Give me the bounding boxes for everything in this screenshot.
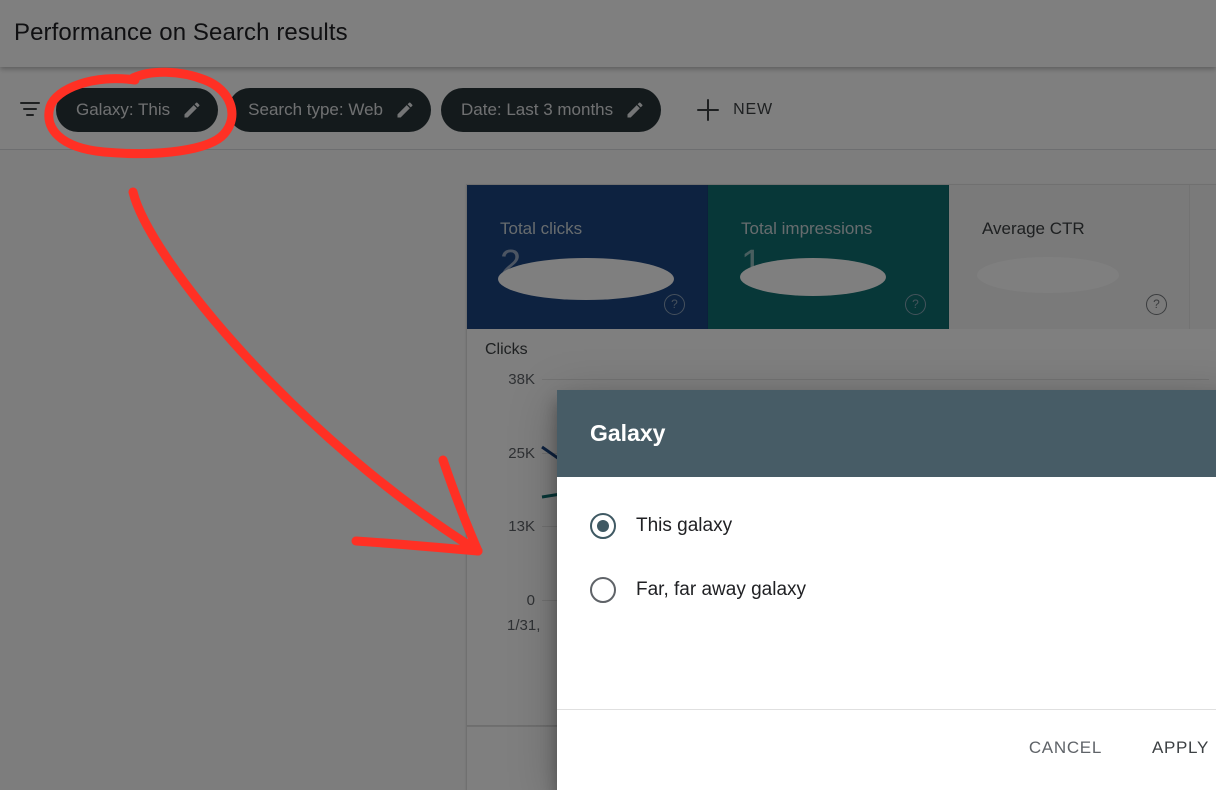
app-root: Total clicks 2 ? Total impressions 1 ? A… bbox=[0, 0, 1216, 790]
galaxy-filter-dialog: Galaxy This galaxy Far, far away galaxy … bbox=[557, 390, 1216, 790]
help-circle-icon[interactable]: ? bbox=[1146, 294, 1167, 315]
new-filter-button[interactable]: NEW bbox=[697, 99, 773, 121]
filter-list-icon[interactable] bbox=[18, 97, 42, 121]
chip-label: Galaxy: This bbox=[76, 100, 170, 120]
new-filter-label: NEW bbox=[733, 101, 773, 119]
help-circle-icon[interactable]: ? bbox=[664, 294, 685, 315]
metric-average-ctr[interactable]: Average CTR ? bbox=[949, 185, 1190, 329]
dialog-body: This galaxy Far, far away galaxy bbox=[557, 477, 1216, 710]
dialog-footer: CANCEL APPLY bbox=[557, 709, 1216, 790]
chip-label: Search type: Web bbox=[248, 100, 383, 120]
cancel-button[interactable]: CANCEL bbox=[1029, 738, 1102, 758]
page-title: Performance on Search results bbox=[14, 11, 348, 55]
radio-option-this-galaxy[interactable]: This galaxy bbox=[590, 509, 732, 543]
metric-average-position[interactable] bbox=[1190, 185, 1216, 329]
metric-total-clicks[interactable]: Total clicks 2 ? bbox=[467, 185, 708, 329]
filter-chip-galaxy[interactable]: Galaxy: This bbox=[56, 88, 218, 132]
chip-label: Date: Last 3 months bbox=[461, 100, 613, 120]
metric-label: Total clicks bbox=[500, 219, 582, 239]
metric-label: Total impressions bbox=[741, 219, 872, 239]
filter-chip-search-type[interactable]: Search type: Web bbox=[228, 88, 431, 132]
metric-total-impressions[interactable]: Total impressions 1 ? bbox=[708, 185, 949, 329]
radio-option-label: This galaxy bbox=[636, 515, 732, 537]
pencil-icon[interactable] bbox=[395, 100, 415, 120]
filter-chip-row: Galaxy: This Search type: Web Date: Last… bbox=[56, 88, 773, 132]
radio-option-label: Far, far away galaxy bbox=[636, 579, 806, 601]
filter-chip-date[interactable]: Date: Last 3 months bbox=[441, 88, 661, 132]
page-header: Performance on Search results bbox=[0, 0, 1216, 67]
help-circle-icon[interactable]: ? bbox=[905, 294, 926, 315]
radio-button-icon[interactable] bbox=[590, 577, 616, 603]
apply-button[interactable]: APPLY bbox=[1152, 738, 1209, 758]
redaction-ellipse bbox=[977, 257, 1119, 293]
pencil-icon[interactable] bbox=[182, 100, 202, 120]
dialog-header: Galaxy bbox=[557, 390, 1216, 477]
redaction-ellipse bbox=[740, 258, 886, 296]
dialog-title: Galaxy bbox=[590, 420, 665, 447]
redaction-ellipse bbox=[498, 258, 674, 300]
plus-icon bbox=[697, 99, 719, 121]
radio-option-far-far-away-galaxy[interactable]: Far, far away galaxy bbox=[590, 573, 806, 607]
radio-button-icon[interactable] bbox=[590, 513, 616, 539]
metric-tiles: Total clicks 2 ? Total impressions 1 ? A… bbox=[467, 185, 1216, 329]
pencil-icon[interactable] bbox=[625, 100, 645, 120]
metric-label: Average CTR bbox=[982, 219, 1085, 239]
